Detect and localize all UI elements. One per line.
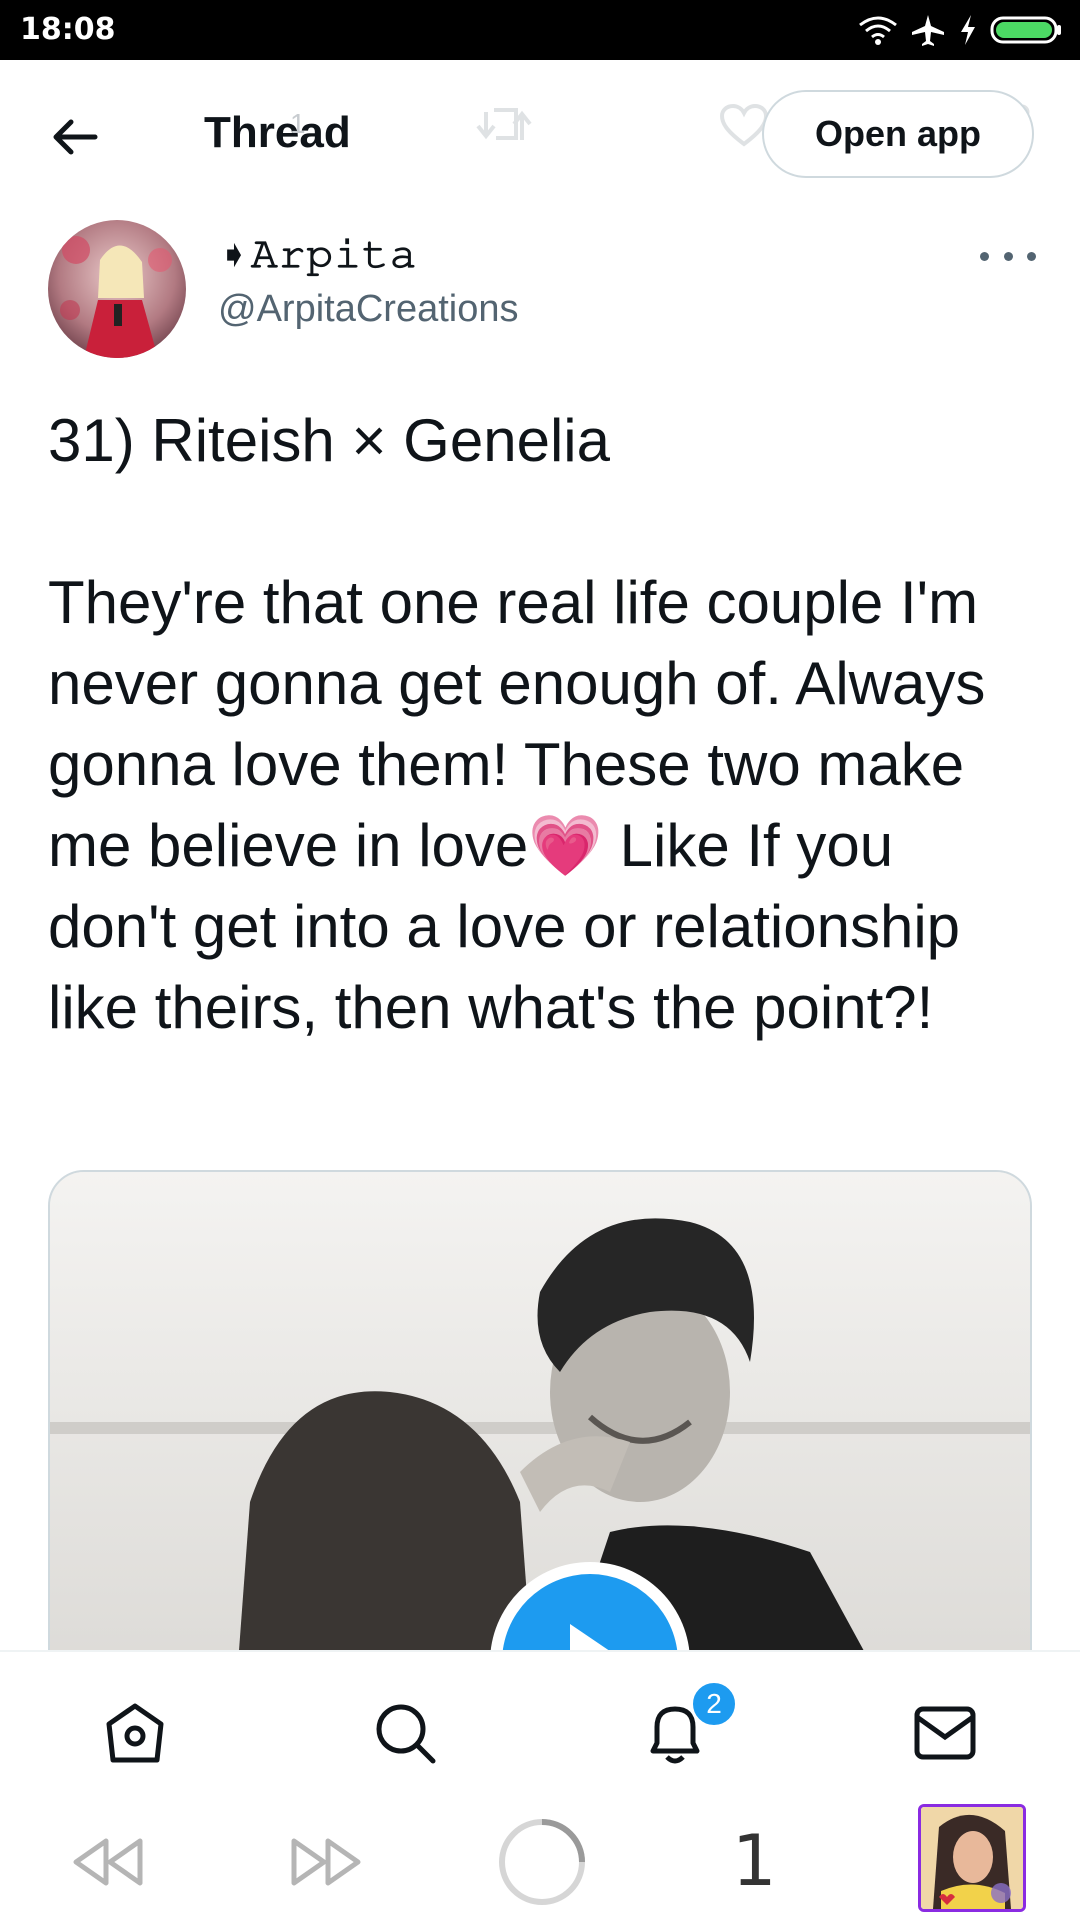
rewind-icon: [73, 1838, 143, 1886]
messages-icon: [914, 1706, 976, 1760]
search-icon: [376, 1704, 436, 1764]
fast-forward-icon: [291, 1838, 361, 1886]
author-display-name[interactable]: ➧𝙰𝚛𝚙𝚒𝚝𝚊: [218, 232, 418, 277]
open-app-button[interactable]: Open app: [762, 90, 1034, 178]
more-options-button[interactable]: [980, 244, 1036, 268]
tweet-text: 31) Riteish × Genelia They're that one r…: [48, 407, 986, 1041]
charging-icon: [961, 15, 975, 45]
ghost-reply-count: 1: [290, 108, 306, 139]
back-arrow-icon: [53, 119, 98, 155]
tab-thumbnail[interactable]: [918, 1804, 1026, 1912]
nav-home[interactable]: [100, 1698, 170, 1768]
page-title: Thread: [204, 108, 351, 157]
nav-search[interactable]: [370, 1698, 440, 1768]
nav-messages[interactable]: [910, 1698, 980, 1768]
author-handle[interactable]: @ArpitaCreations: [218, 288, 518, 331]
status-icons: [858, 10, 1062, 50]
retweet-icon: [476, 108, 532, 140]
back-button[interactable]: [40, 102, 110, 172]
like-icon: [720, 104, 768, 147]
more-dot-icon: [1027, 251, 1036, 261]
author-avatar[interactable]: [48, 220, 186, 358]
more-dot-icon: [1003, 251, 1013, 261]
thread-header: Thread 1 3 Open app: [0, 60, 1080, 210]
browser-forward-button[interactable]: [284, 1830, 368, 1894]
airplane-icon: [912, 15, 944, 46]
status-time: 18:08: [20, 12, 116, 47]
status-bar: 18:08: [0, 0, 1080, 60]
battery-icon: [990, 16, 1061, 44]
home-icon: [106, 1703, 164, 1763]
tab-count[interactable]: 1: [732, 1820, 777, 1902]
browser-back-button[interactable]: [66, 1830, 150, 1894]
bottom-navigation: 2: [0, 1650, 1080, 1804]
loading-spinner-icon: [499, 1819, 585, 1905]
wifi-icon: [859, 16, 897, 45]
notification-badge: 2: [690, 1680, 738, 1728]
browser-reload-button[interactable]: [494, 1814, 590, 1910]
more-dot-icon: [980, 251, 989, 261]
